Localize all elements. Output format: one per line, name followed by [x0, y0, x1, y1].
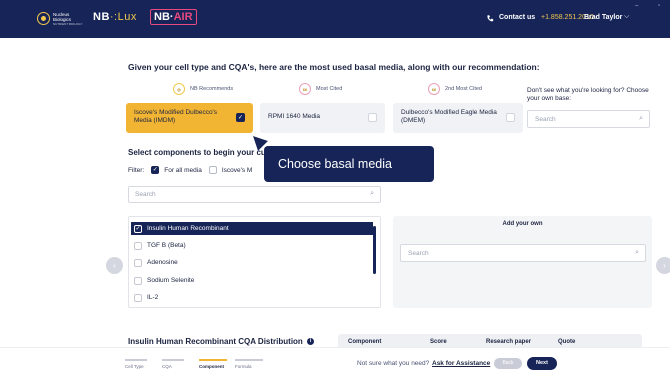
checkbox-icon[interactable]: [134, 293, 142, 302]
step-cell-type[interactable]: Cell Type: [125, 359, 147, 369]
ask-assistance-link[interactable]: Ask for Assistance: [432, 360, 490, 367]
contact-us-link[interactable]: Contact us: [499, 14, 535, 21]
list-item[interactable]: Adenosine: [131, 256, 373, 269]
user-menu[interactable]: Brad Taylor: [584, 14, 622, 21]
search-icon: ⌕: [639, 115, 643, 122]
help-prompt: Not sure what you need?: [357, 360, 430, 367]
list-item[interactable]: TGF B (Beta): [131, 239, 373, 252]
quote-badge-icon: 66: [428, 83, 440, 95]
checkbox-icon[interactable]: [506, 113, 515, 122]
phone-icon: [487, 15, 494, 22]
list-scrollbar[interactable]: [373, 226, 376, 274]
most-cited-label: 66 Most Cited: [299, 82, 342, 96]
add-own-search-input[interactable]: Search ⌕: [400, 244, 646, 262]
onboarding-tooltip: Choose basal media: [264, 146, 434, 182]
list-item[interactable]: Sodium Selenite: [131, 274, 373, 287]
next-button[interactable]: Next: [527, 357, 557, 370]
app-header: Nucleus Biologics NUTRIENT BIOLOGY NB·:L…: [0, 0, 670, 38]
column-quote[interactable]: Quote: [558, 339, 575, 345]
minimize-icon[interactable]: –: [635, 3, 638, 9]
footer-bar: Cell Type CQA Component Formula Not sure…: [0, 347, 670, 379]
choose-base-prompt: Don't see what you're looking for? Choos…: [527, 87, 649, 102]
checkbox-icon[interactable]: [368, 113, 377, 122]
distribution-table-header: Component Score Research paper Quote: [338, 334, 642, 348]
column-component[interactable]: Component: [348, 339, 381, 345]
step-cqa[interactable]: CQA: [162, 359, 184, 369]
list-item[interactable]: IL-2: [131, 291, 373, 304]
step-formula[interactable]: Formula: [235, 359, 263, 369]
prev-arrow-button[interactable]: ‹: [106, 257, 123, 274]
nb-recommends-label: ◎ NB Recommends: [173, 82, 233, 96]
info-icon[interactable]: i: [307, 338, 315, 346]
filter-iscove-checkbox[interactable]: [208, 166, 217, 174]
checkbox-checked-icon[interactable]: ✓: [134, 224, 142, 233]
checkbox-icon[interactable]: [134, 258, 142, 267]
page-title: Given your cell type and CQA's, here are…: [128, 62, 540, 72]
checkbox-icon[interactable]: [134, 276, 142, 285]
next-arrow-button[interactable]: ›: [656, 257, 670, 274]
add-your-own-panel: [393, 216, 652, 308]
maximize-icon[interactable]: ▫: [658, 3, 660, 9]
search-icon: ⌕: [635, 249, 639, 256]
list-item[interactable]: ✓ Insulin Human Recombinant: [131, 222, 373, 235]
second-cited-label: 66 2nd Most Cited: [428, 82, 482, 96]
distribution-title: Insulin Human Recombinant CQA Distributi…: [128, 337, 315, 346]
column-research-paper[interactable]: Research paper: [486, 339, 531, 345]
checkbox-checked-icon[interactable]: ✓: [236, 113, 245, 122]
media-card-dmem[interactable]: Dulbecco's Modified Eagle Media (DMEM): [393, 103, 523, 133]
column-score[interactable]: Score: [430, 339, 447, 345]
media-card-imdm[interactable]: Iscove's Modified Dulbecco's Media (IMDM…: [126, 103, 253, 133]
nb-recommends-icon: ◎: [173, 83, 185, 95]
filter-row: Filter: ✓ For all media Iscove's M: [128, 166, 253, 174]
search-icon: ⌕: [370, 190, 374, 197]
nucleus-logo-icon: [37, 12, 50, 25]
nb-lux-logo[interactable]: NB·:Lux: [93, 11, 137, 23]
brand-name: Nucleus Biologics NUTRIENT BIOLOGY: [53, 12, 83, 26]
nb-air-logo[interactable]: NB·AIR: [150, 9, 197, 25]
add-your-own-title: Add your own: [502, 221, 543, 227]
filter-all-checkbox[interactable]: ✓: [151, 166, 160, 174]
back-button[interactable]: Back: [494, 358, 522, 369]
checkbox-icon[interactable]: [134, 241, 142, 250]
components-heading: Select components to begin your cu: [128, 148, 266, 157]
media-card-rpmi[interactable]: RPMI 1640 Media: [260, 103, 385, 133]
quote-badge-icon: 66: [299, 83, 311, 95]
basal-search-input[interactable]: Search ⌕: [527, 110, 650, 128]
component-search-input[interactable]: Search ⌕: [128, 186, 381, 203]
step-component[interactable]: Component: [199, 359, 227, 369]
chevron-down-icon[interactable]: ⌵: [624, 13, 629, 21]
